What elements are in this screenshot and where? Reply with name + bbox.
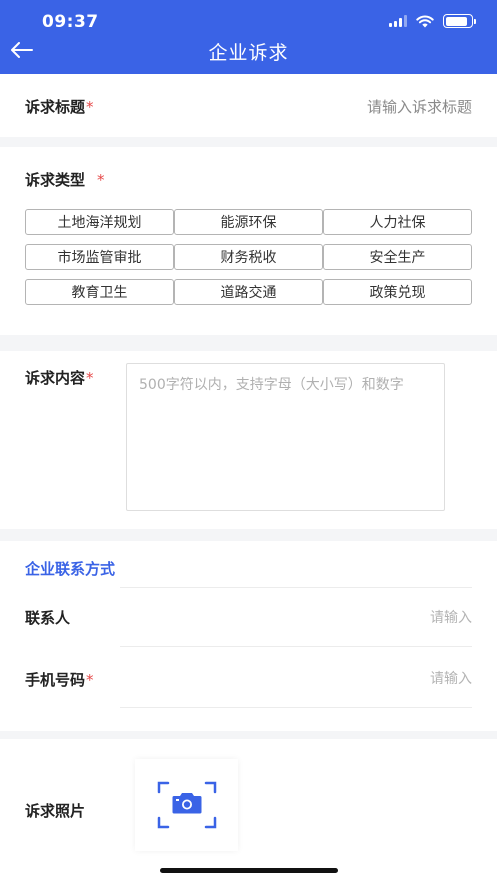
contact-section: 企业联系方式 联系人 请输入 手机号码* 请输入 [0, 541, 497, 731]
signal-icon [389, 15, 407, 27]
divider [120, 707, 472, 708]
title-input[interactable]: 请输入诉求标题 [367, 96, 472, 117]
camera-scan-icon [157, 781, 217, 829]
type-option[interactable]: 人力社保 [323, 209, 472, 235]
required-mark: * [86, 98, 94, 116]
type-option[interactable]: 教育卫生 [25, 279, 174, 305]
photo-label: 诉求照片 [25, 802, 86, 820]
type-option[interactable]: 能源环保 [174, 209, 323, 235]
photo-upload-button[interactable] [135, 759, 238, 851]
phone-label: 手机号码* [25, 671, 94, 689]
type-option[interactable]: 安全生产 [323, 244, 472, 270]
contact-person-label: 联系人 [25, 609, 71, 627]
page-title: 企业诉求 [208, 42, 289, 64]
contact-person-input[interactable]: 请输入 [430, 607, 472, 627]
content-label: 诉求内容* [25, 369, 94, 387]
app-header: 09:37 企业诉求 [0, 0, 497, 74]
phone-input[interactable]: 请输入 [430, 668, 472, 688]
type-option[interactable]: 财务税收 [174, 244, 323, 270]
type-section: 诉求类型 * 土地海洋规划 能源环保 人力社保 市场监管审批 财务税收 安全生产 … [0, 147, 497, 335]
status-icons [389, 14, 476, 28]
type-option[interactable]: 政策兑现 [323, 279, 472, 305]
photo-section: 诉求照片 [0, 739, 497, 883]
required-mark: * [86, 671, 94, 689]
required-mark: * [86, 369, 94, 387]
type-option[interactable]: 道路交通 [174, 279, 323, 305]
required-mark: * [97, 171, 105, 189]
type-label: 诉求类型 * [25, 171, 105, 189]
type-option[interactable]: 市场监管审批 [25, 244, 174, 270]
content-section: 诉求内容* 500字符以内，支持字母（大小写）和数字 [0, 351, 497, 529]
type-option[interactable]: 土地海洋规划 [25, 209, 174, 235]
battery-icon [443, 14, 476, 28]
divider [120, 587, 472, 588]
home-indicator [160, 868, 338, 873]
content-textarea[interactable]: 500字符以内，支持字母（大小写）和数字 [126, 363, 445, 511]
wifi-icon [416, 15, 434, 27]
title-row[interactable]: 诉求标题* 请输入诉求标题 [0, 74, 497, 137]
divider [120, 646, 472, 647]
status-time: 09:37 [42, 12, 99, 32]
contact-section-heading: 企业联系方式 [25, 560, 116, 578]
title-label: 诉求标题* [25, 98, 94, 116]
